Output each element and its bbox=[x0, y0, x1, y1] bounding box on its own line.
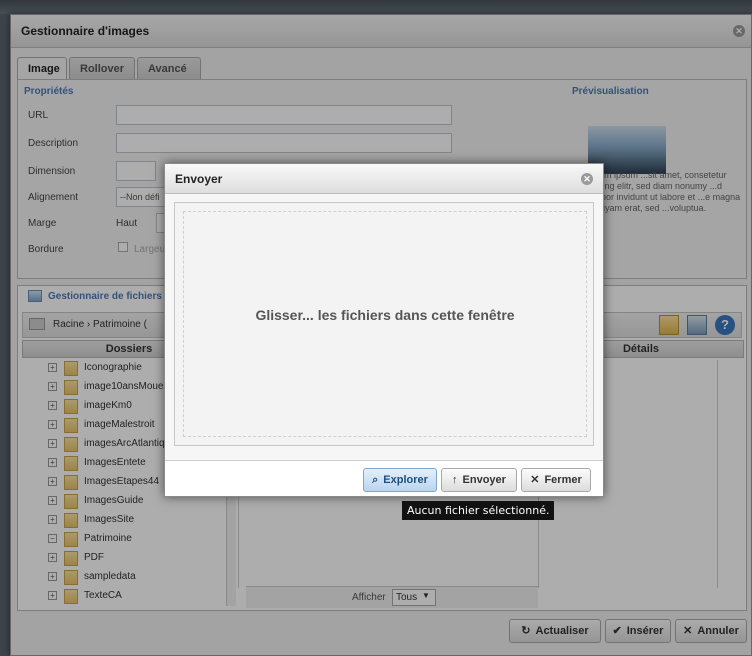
browse-label: Explorer bbox=[383, 474, 428, 486]
upload-dialog-close-icon[interactable]: ✕ bbox=[581, 173, 593, 185]
arrow-up-icon: ↑ bbox=[452, 474, 458, 486]
upload-dialog-titlebar: Envoyer ✕ bbox=[165, 164, 603, 194]
close-button[interactable]: ✕ Fermer bbox=[521, 468, 591, 492]
no-file-tooltip: Aucun fichier sélectionné. bbox=[402, 501, 555, 520]
search-icon: ⌕ bbox=[372, 474, 379, 486]
upload-dialog: Envoyer ✕ Glisser... les fichiers dans c… bbox=[164, 163, 604, 497]
drop-zone-border bbox=[183, 211, 587, 437]
close-icon: ✕ bbox=[530, 474, 540, 486]
upload-button[interactable]: ↑ Envoyer bbox=[441, 468, 517, 492]
upload-label: Envoyer bbox=[462, 474, 506, 486]
drop-zone[interactable]: Glisser... les fichiers dans cette fenêt… bbox=[174, 202, 594, 446]
upload-dialog-footer: ⌕ Explorer ↑ Envoyer ✕ Fermer bbox=[165, 460, 603, 496]
browse-button[interactable]: ⌕ Explorer bbox=[363, 468, 437, 492]
close-label: Fermer bbox=[544, 474, 582, 486]
upload-dialog-title: Envoyer bbox=[175, 172, 223, 186]
drop-zone-text: Glisser... les fichiers dans cette fenêt… bbox=[255, 307, 515, 323]
